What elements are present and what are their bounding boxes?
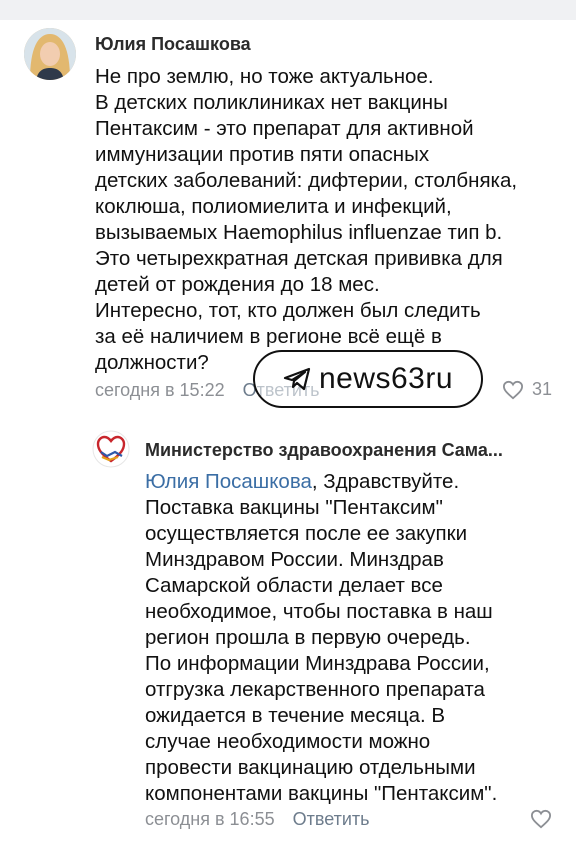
watermark-badge: news63ru xyxy=(253,350,483,408)
comment-line: По информации Минздрава России, xyxy=(145,652,490,675)
comment-timestamp: сегодня в 16:55 xyxy=(145,809,275,829)
comment-line: необходимое, чтобы поставка в наш xyxy=(145,600,493,623)
like-button[interactable]: 31 xyxy=(502,379,552,400)
like-button[interactable] xyxy=(530,809,560,829)
watermark-text: news63ru xyxy=(318,362,454,395)
comment-text: Юлия Посашкова, Здравствуйте. Поставка в… xyxy=(145,469,497,807)
comment-line: провести вакцинацию отдельными xyxy=(145,756,476,779)
comment-line: случае необходимости можно xyxy=(145,730,431,753)
comment-line: Юлия Посашкова, Здравствуйте. xyxy=(145,469,497,495)
comment-line: ожидается в течение месяца. В xyxy=(145,704,446,727)
like-count: 31 xyxy=(532,379,553,399)
comment-line: коклюша, полиомиелита и инфекций, xyxy=(95,195,452,218)
comment-line: осуществляется после ее закупки xyxy=(145,522,468,545)
comment-meta: сегодня в 16:55 Ответить xyxy=(145,809,370,830)
comment-line: Самарской области делает все xyxy=(145,574,443,597)
comment-line: вызываемых Haemophilus influenzae тип b. xyxy=(95,221,503,244)
comment-line: Минздравом России. Минздрав xyxy=(145,548,444,571)
comment-line: Не про землю, но тоже актуальное. xyxy=(95,65,434,88)
comment-line: за её наличием в регионе всё ещё в xyxy=(95,325,442,348)
user-avatar[interactable] xyxy=(24,28,76,80)
comment-line: В детских поликлиниках нет вакцины xyxy=(95,91,448,114)
comment-author[interactable]: Юлия Посашкова xyxy=(95,34,251,55)
comment-line: детских заболеваний: дифтерии, столбняка… xyxy=(95,169,518,192)
comment-line: Поставка вакцины "Пентаксим" xyxy=(145,496,443,519)
comment-line: иммунизации против пяти опасных xyxy=(95,143,430,166)
comment-text: Не про землю, но тоже актуальное. В детс… xyxy=(95,64,517,376)
comment-author[interactable]: Министерство здравоохранения Сама... xyxy=(145,440,545,461)
comment-line: детей от рождения до 18 мес. xyxy=(95,273,380,296)
comment-line: регион прошла в первую очередь. xyxy=(145,626,471,649)
comment-line: компонентами вакцины "Пентаксим". xyxy=(145,782,498,805)
comment-line: Интересно, тот, кто должен был следить xyxy=(95,299,481,322)
heart-icon xyxy=(502,380,524,399)
comment-line: Это четырехкратная детская прививка для xyxy=(95,247,503,270)
top-divider xyxy=(0,0,576,20)
ministry-logo[interactable] xyxy=(92,430,130,468)
comment-timestamp: сегодня в 15:22 xyxy=(95,380,225,400)
comment-line: Пентаксим - это препарат для активной xyxy=(95,117,474,140)
reply-button[interactable]: Ответить xyxy=(293,809,370,829)
comment-greeting: , Здравствуйте. xyxy=(311,470,460,493)
heart-icon xyxy=(530,809,552,829)
comment-line: отгрузка лекарственного препарата xyxy=(145,678,485,701)
telegram-icon xyxy=(283,367,311,391)
mention-link[interactable]: Юлия Посашкова xyxy=(145,470,312,493)
